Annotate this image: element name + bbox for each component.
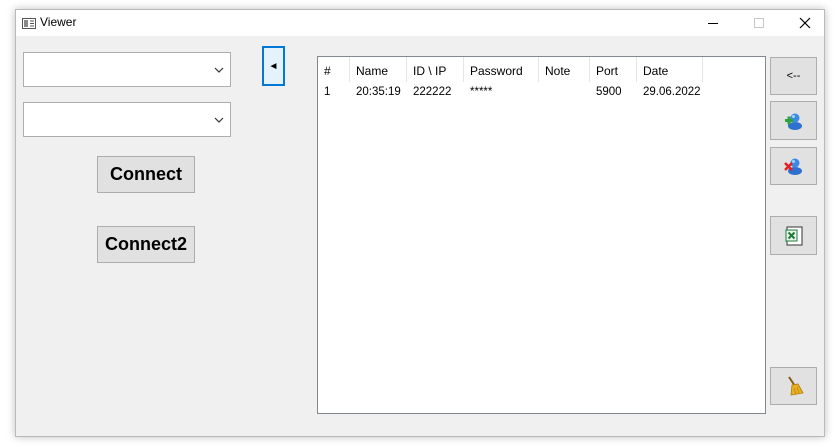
title-bar: Viewer bbox=[16, 10, 824, 36]
column-header[interactable]: ID \ IP bbox=[407, 57, 464, 82]
column-header[interactable]: # bbox=[318, 57, 350, 82]
app-icon bbox=[22, 16, 36, 29]
row-name: 20:35:19 bbox=[356, 86, 401, 98]
row-password: ***** bbox=[470, 86, 493, 98]
column-header[interactable]: Password bbox=[464, 57, 539, 82]
host-combo[interactable] bbox=[23, 52, 231, 87]
connections-list[interactable]: # Name ID \ IP Password Note Port Date 1… bbox=[317, 56, 766, 414]
row-id-ip: 222222 bbox=[413, 86, 452, 98]
remove-user-icon bbox=[783, 158, 802, 175]
chevron-down-icon bbox=[214, 117, 224, 123]
row-note bbox=[539, 83, 590, 101]
add-user-button[interactable] bbox=[770, 101, 817, 140]
clear-button[interactable] bbox=[770, 367, 817, 405]
close-icon bbox=[799, 17, 811, 29]
back-button-label: <-- bbox=[786, 70, 801, 82]
table-row[interactable]: 1 20:35:19 222222 ***** 5900 29.06.2022 bbox=[318, 83, 703, 101]
close-button[interactable] bbox=[782, 10, 828, 36]
row-port: 5900 bbox=[596, 86, 622, 98]
chevron-down-icon bbox=[214, 67, 224, 73]
export-excel-button[interactable] bbox=[770, 216, 817, 255]
connect2-button[interactable]: Connect2 bbox=[97, 226, 195, 263]
excel-icon bbox=[785, 226, 802, 245]
remove-user-button[interactable] bbox=[770, 147, 817, 185]
maximize-button[interactable] bbox=[736, 10, 782, 36]
column-header[interactable]: Name bbox=[350, 57, 407, 82]
add-user-icon bbox=[784, 113, 802, 130]
minimize-button[interactable] bbox=[690, 10, 736, 36]
collapse-arrow-button[interactable]: ◄ bbox=[262, 46, 285, 86]
column-header[interactable]: Port bbox=[590, 57, 637, 82]
column-header[interactable]: Note bbox=[539, 57, 590, 82]
row-number: 1 bbox=[324, 86, 331, 98]
back-button[interactable]: <-- bbox=[770, 57, 817, 95]
list-header: # Name ID \ IP Password Note Port Date bbox=[318, 57, 703, 82]
window-title: Viewer bbox=[40, 15, 77, 29]
row-date: 29.06.2022 bbox=[643, 86, 701, 98]
viewer-window: Viewer Connect Connect2 ◄ # Name ID \ IP… bbox=[15, 9, 825, 437]
column-header[interactable]: Date bbox=[637, 57, 703, 82]
broom-icon bbox=[787, 376, 804, 396]
connect-button[interactable]: Connect bbox=[97, 156, 195, 193]
server-combo[interactable] bbox=[23, 102, 231, 137]
